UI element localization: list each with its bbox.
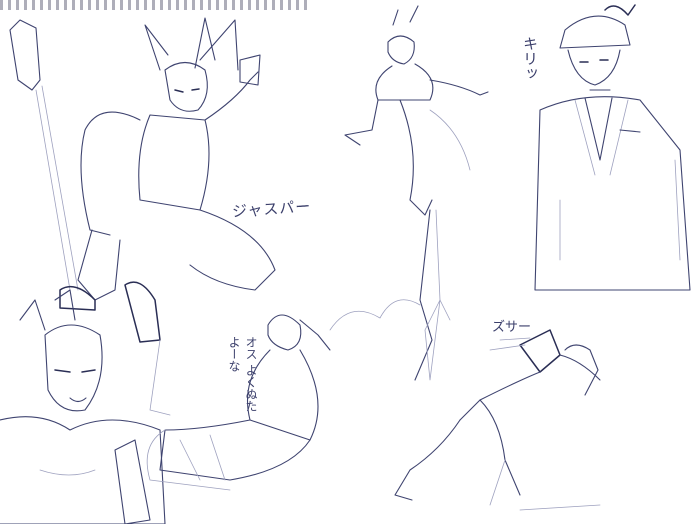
sliding-figure-sketch — [394, 329, 601, 511]
bust-figure-sketch — [0, 289, 166, 524]
flying-figure-sketch — [329, 5, 489, 381]
suited-figure-sketch — [534, 4, 691, 291]
sketch-sheet: ジャスパー キリッ オス よくぬたよーな ズサー — [0, 0, 700, 524]
note-kiri: キリッ — [521, 36, 539, 81]
note-osu: オス よくぬたよーな — [227, 336, 258, 412]
note-zuza: ズサー — [492, 320, 532, 335]
sketch-drawings — [0, 4, 691, 524]
